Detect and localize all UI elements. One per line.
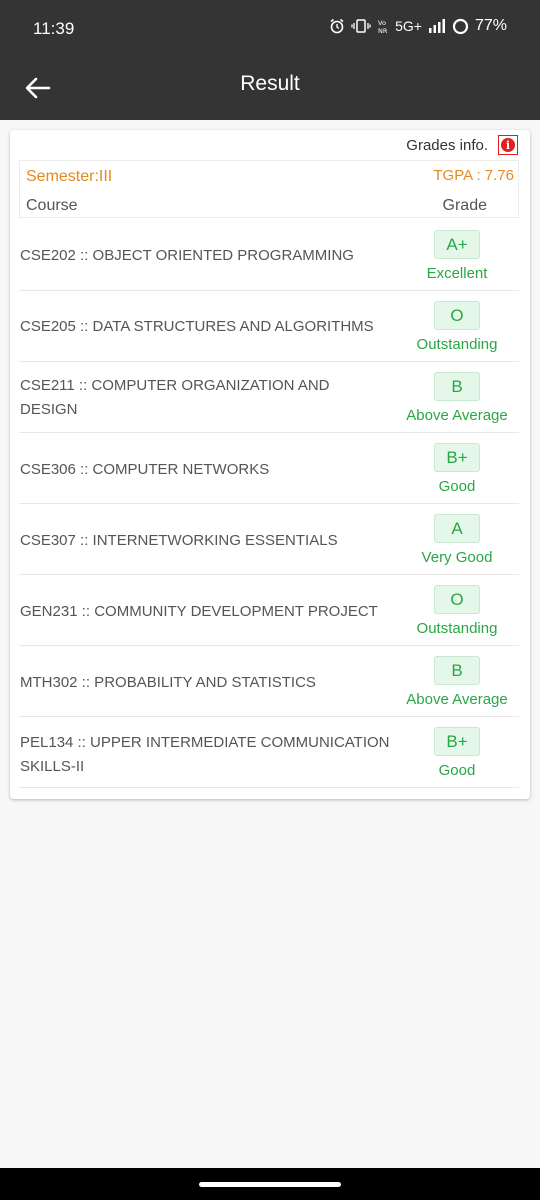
status-icons: Vo NR 5G+ 77% <box>329 17 507 35</box>
info-icon[interactable]: i <box>498 135 518 155</box>
course-row: GEN231 :: COMMUNITY DEVELOPMENT PROJECT … <box>19 575 519 646</box>
grade-remark: Above Average <box>406 691 508 708</box>
grade-remark: Outstanding <box>416 620 498 637</box>
tgpa-value: TGPA : 7.76 <box>433 167 514 184</box>
vibrate-icon <box>351 19 371 33</box>
course-name: CSE307 :: INTERNETWORKING ESSENTIALS <box>20 532 338 549</box>
course-name: CSE211 :: COMPUTER ORGANIZATION AND DESI… <box>20 377 330 418</box>
grade-remark: Excellent <box>426 265 488 282</box>
course-row: MTH302 :: PROBABILITY AND STATISTICS B A… <box>19 646 519 717</box>
grade-remark: Good <box>438 762 476 779</box>
page-title: Result <box>240 72 300 95</box>
grade-badge[interactable]: B <box>434 656 480 685</box>
grade-badge[interactable]: O <box>434 585 480 614</box>
course-row: CSE202 :: OBJECT ORIENTED PROGRAMMING A+… <box>19 220 519 291</box>
navigation-bar <box>0 1168 540 1200</box>
status-time: 11:39 <box>33 19 75 38</box>
svg-text:Vo: Vo <box>378 19 386 27</box>
grade-badge[interactable]: O <box>434 301 480 330</box>
grades-info-button[interactable]: Grades info. i <box>406 135 518 155</box>
grade-badge[interactable]: B+ <box>434 443 480 472</box>
result-card: Grades info. i Semester:III TGPA : 7.76 … <box>10 130 530 799</box>
svg-text:NR: NR <box>378 27 388 34</box>
battery-level: 77% <box>474 17 507 34</box>
grade-badge[interactable]: B <box>434 372 480 401</box>
grade-remark: Good <box>438 478 476 495</box>
course-name: MTH302 :: PROBABILITY AND STATISTICS <box>20 674 316 691</box>
course-row: CSE306 :: COMPUTER NETWORKS B+ Good <box>19 433 519 504</box>
column-header-course: Course <box>26 197 78 214</box>
grade-badge[interactable]: A <box>434 514 480 543</box>
course-name: PEL134 :: UPPER INTERMEDIATE COMMUNICATI… <box>20 734 390 775</box>
course-name: CSE306 :: COMPUTER NETWORKS <box>20 461 270 478</box>
grade-remark: Very Good <box>421 549 493 566</box>
course-row: PEL134 :: UPPER INTERMEDIATE COMMUNICATI… <box>19 717 519 788</box>
course-name: CSE205 :: DATA STRUCTURES AND ALGORITHMS <box>20 318 374 335</box>
grade-badge[interactable]: B+ <box>434 727 480 756</box>
course-row: CSE211 :: COMPUTER ORGANIZATION AND DESI… <box>19 362 519 433</box>
course-row: CSE307 :: INTERNETWORKING ESSENTIALS A V… <box>19 504 519 575</box>
semester-label: Semester:III <box>26 168 113 185</box>
status-bar: 11:39 Vo NR 5G+ 77% <box>0 0 540 56</box>
course-name: CSE202 :: OBJECT ORIENTED PROGRAMMING <box>20 247 354 264</box>
signal-icon <box>428 19 445 33</box>
app-bar: Result <box>0 56 540 120</box>
grade-badge[interactable]: A+ <box>434 230 480 259</box>
network-type: 5G+ <box>395 18 422 34</box>
column-header-grade: Grade <box>442 197 487 214</box>
semester-header: Semester:III TGPA : 7.76 Course Grade <box>19 160 519 218</box>
battery-icon <box>452 18 469 34</box>
nr-icon: Vo NR <box>378 19 388 34</box>
grades-info-label: Grades info. <box>406 136 488 154</box>
alarm-icon <box>330 18 344 34</box>
grade-remark: Above Average <box>406 407 508 424</box>
course-name: GEN231 :: COMMUNITY DEVELOPMENT PROJECT <box>20 603 378 620</box>
grade-remark: Outstanding <box>416 336 498 353</box>
home-indicator[interactable] <box>199 1182 341 1187</box>
course-row: CSE205 :: DATA STRUCTURES AND ALGORITHMS… <box>19 291 519 362</box>
